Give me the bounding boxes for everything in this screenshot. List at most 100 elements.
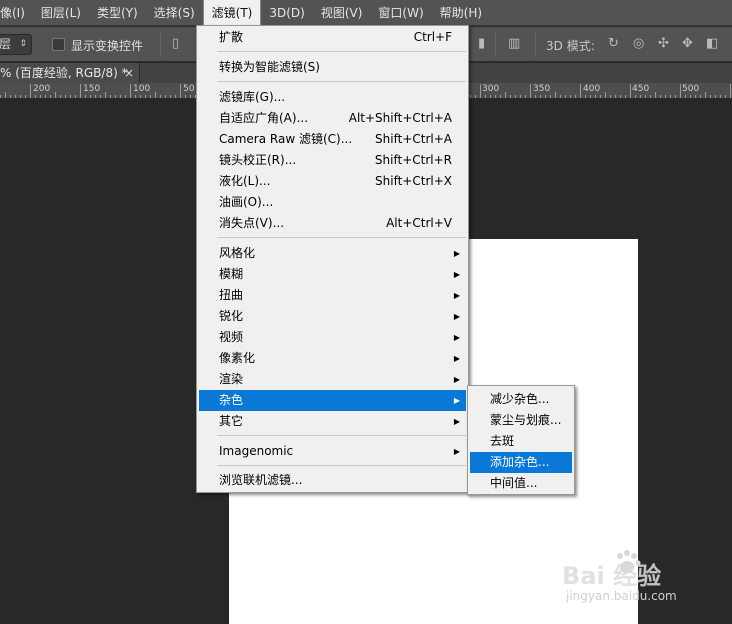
- menu-item-label: 锐化: [219, 309, 244, 323]
- ruler-tick: [180, 84, 181, 98]
- ruler-tick: [710, 95, 711, 98]
- ruler-tick: [0, 95, 1, 98]
- submenu-arrow-icon: ▶: [453, 447, 460, 456]
- menu-item-label: 消失点(V)...: [219, 216, 285, 230]
- menu-item-blur[interactable]: 模糊 ▶: [199, 264, 466, 285]
- auto-align-icon[interactable]: ▥: [508, 37, 520, 51]
- menu-filter[interactable]: 滤镜(T): [202, 0, 262, 26]
- ruler-tick: [715, 95, 716, 98]
- auto-select-dropdown[interactable]: 层 ⇕: [0, 34, 32, 55]
- ruler-tick: [75, 95, 76, 98]
- ruler-tick: [470, 95, 471, 98]
- ruler-tick: [15, 95, 16, 98]
- ruler-tick: [580, 84, 581, 98]
- ruler-tick: [20, 95, 21, 98]
- close-tab-icon[interactable]: ×: [124, 63, 134, 83]
- menu-item-distort[interactable]: 扭曲 ▶: [199, 285, 466, 306]
- menu-item-browse-online-filters[interactable]: 浏览联机滤镜...: [199, 470, 466, 491]
- menu-item-label: 扩散: [219, 30, 244, 44]
- ruler-tick: [620, 95, 621, 98]
- menu-item-label: Camera Raw 滤镜(C)...: [219, 132, 353, 146]
- ruler-label: 350: [533, 84, 551, 94]
- rotate-3d-icon[interactable]: ↻: [608, 37, 619, 51]
- ruler-tick: [85, 95, 86, 98]
- menu-item-camera-raw[interactable]: Camera Raw 滤镜(C)... Shift+Ctrl+A: [199, 129, 466, 150]
- menu-item-liquify[interactable]: 液化(L)... Shift+Ctrl+X: [199, 171, 466, 192]
- ruler-tick: [720, 95, 721, 98]
- menu-item-other[interactable]: 其它 ▶: [199, 411, 466, 432]
- menu-item-last-filter[interactable]: 扩散 Ctrl+F: [199, 27, 466, 48]
- menu-item-label: 转换为智能滤镜(S): [219, 60, 320, 74]
- submenu-arrow-icon: ▶: [453, 291, 460, 300]
- scale-3d-icon[interactable]: ◧: [706, 37, 718, 51]
- slide-3d-icon[interactable]: ✥: [682, 37, 693, 51]
- menu-item-shortcut: Ctrl+F: [413, 30, 452, 44]
- ruler-tick: [730, 84, 731, 98]
- menu-window[interactable]: 窗口(W): [370, 0, 431, 26]
- document-tab-title: % (百度经验, RGB/8) *: [0, 66, 128, 80]
- ruler-tick: [630, 84, 631, 98]
- ruler-tick: [480, 84, 481, 98]
- ruler-tick: [115, 95, 116, 98]
- submenu-item-despeckle[interactable]: 去斑: [470, 431, 572, 452]
- ruler-tick: [610, 95, 611, 98]
- menu-item-oil-paint[interactable]: 油画(O)...: [199, 192, 466, 213]
- ruler-tick: [625, 95, 626, 98]
- drag-3d-icon[interactable]: ✣: [658, 37, 669, 51]
- updown-arrow-icon: ⇕: [19, 39, 27, 49]
- ruler-tick: [525, 95, 526, 98]
- document-tab[interactable]: % (百度经验, RGB/8) * ×: [0, 63, 140, 83]
- watermark-logo: Bai 经验: [562, 562, 662, 590]
- submenu-item-reduce-noise[interactable]: 减少杂色...: [470, 389, 572, 410]
- ruler-tick: [40, 95, 41, 98]
- ruler-label: 400: [583, 84, 601, 94]
- show-transform-checkbox[interactable]: [52, 38, 65, 51]
- ruler-tick: [635, 95, 636, 98]
- menu-type[interactable]: 类型(Y): [89, 0, 146, 26]
- menu-divider: [217, 435, 466, 436]
- menu-item-sharpen[interactable]: 锐化 ▶: [199, 306, 466, 327]
- menu-help[interactable]: 帮助(H): [432, 0, 490, 26]
- mode-3d-label: 3D 模式:: [546, 39, 595, 53]
- noise-submenu: 减少杂色... 蒙尘与划痕... 去斑 添加杂色... 中间值...: [467, 385, 575, 495]
- ruler-tick: [680, 84, 681, 98]
- ruler-label: 50: [183, 84, 195, 94]
- ruler-tick: [660, 95, 661, 98]
- ruler-tick: [530, 84, 531, 98]
- menu-item-label: 液化(L)...: [219, 174, 271, 188]
- ruler-tick: [60, 95, 61, 98]
- align-top-icon[interactable]: ▯: [172, 37, 179, 51]
- ruler-tick: [495, 95, 496, 98]
- menu-select[interactable]: 选择(S): [146, 0, 203, 26]
- menu-item-adaptive-wide-angle[interactable]: 自适应广角(A)... Alt+Shift+Ctrl+A: [199, 108, 466, 129]
- ruler-tick: [105, 92, 106, 98]
- menu-item-video[interactable]: 视频 ▶: [199, 327, 466, 348]
- distribute-icon[interactable]: ▮: [478, 37, 485, 51]
- divider: [495, 33, 496, 57]
- submenu-item-dust-and-scratches[interactable]: 蒙尘与划痕...: [470, 410, 572, 431]
- ruler-tick: [725, 95, 726, 98]
- ruler-tick: [535, 95, 536, 98]
- menu-item-label: 模糊: [219, 267, 244, 281]
- menu-item-lens-correction[interactable]: 镜头校正(R)... Shift+Ctrl+R: [199, 150, 466, 171]
- menu-item-imagenomic[interactable]: Imagenomic ▶: [199, 441, 466, 462]
- menu-item-render[interactable]: 渲染 ▶: [199, 369, 466, 390]
- submenu-item-add-noise[interactable]: 添加杂色...: [470, 452, 572, 473]
- menu-layer[interactable]: 图层(L): [33, 0, 89, 26]
- menu-item-pixelate[interactable]: 像素化 ▶: [199, 348, 466, 369]
- ruler-tick: [50, 95, 51, 98]
- menu-item-stylize[interactable]: 风格化 ▶: [199, 243, 466, 264]
- menu-item-shortcut: Shift+Ctrl+A: [375, 132, 452, 146]
- ruler-tick: [145, 95, 146, 98]
- menu-view[interactable]: 视图(V): [313, 0, 371, 26]
- submenu-item-median[interactable]: 中间值...: [470, 473, 572, 494]
- roll-3d-icon[interactable]: ◎: [633, 37, 644, 51]
- menu-item-filter-gallery[interactable]: 滤镜库(G)...: [199, 87, 466, 108]
- menu-image[interactable]: 像(I): [0, 0, 33, 26]
- menu-divider: [217, 237, 466, 238]
- menu-3d[interactable]: 3D(D): [261, 0, 312, 26]
- menu-item-noise[interactable]: 杂色 ▶: [199, 390, 466, 411]
- menu-item-convert-smart-filter[interactable]: 转换为智能滤镜(S): [199, 57, 466, 78]
- ruler-tick: [605, 92, 606, 98]
- menu-item-vanishing-point[interactable]: 消失点(V)... Alt+Ctrl+V: [199, 213, 466, 234]
